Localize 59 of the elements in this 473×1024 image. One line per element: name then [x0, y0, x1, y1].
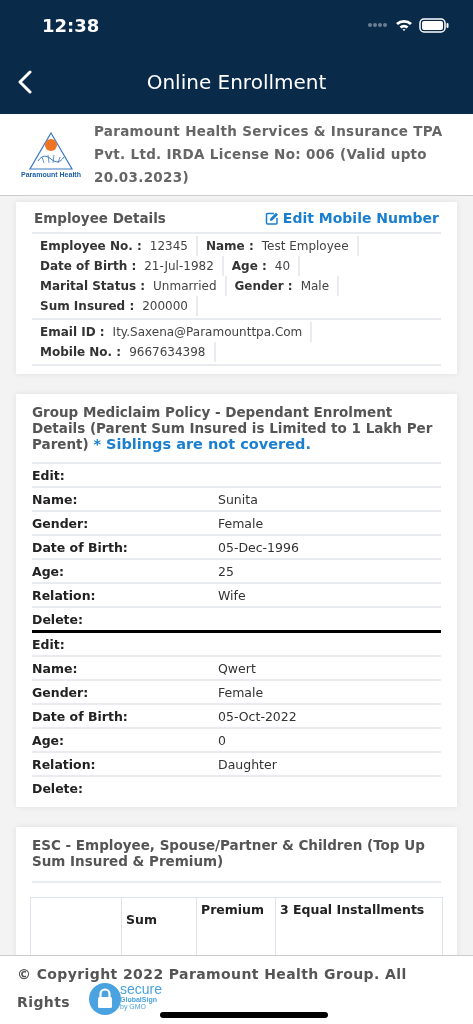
row-label: Delete:	[32, 611, 85, 627]
field-label: Mobile No. :	[40, 345, 122, 359]
field-value: Test Employee	[261, 239, 349, 253]
row-value: Wife	[218, 587, 246, 603]
field-value: Ity.Saxena@Paramounttpa.Com	[112, 325, 303, 339]
field-label: Marital Status :	[40, 279, 146, 293]
signal-icon	[367, 22, 389, 28]
status-time: 12:38	[42, 14, 100, 36]
row-label: Age:	[32, 732, 66, 748]
row-label: Delete:	[32, 780, 85, 796]
field-value: 40	[274, 259, 291, 273]
row-value: 05-Dec-1996	[218, 539, 299, 555]
back-icon[interactable]	[18, 70, 32, 94]
row-value: Sunita	[218, 491, 258, 507]
row-label: Edit:	[32, 636, 66, 652]
battery-icon	[419, 17, 449, 33]
row-label: Relation:	[32, 587, 97, 603]
section-title: Employee Details	[34, 210, 166, 226]
field-label: Employee No. :	[40, 239, 142, 253]
field-label: Sum Insured :	[40, 299, 135, 313]
row-value: Qwert	[218, 660, 256, 676]
page-title: Online Enrollment	[146, 70, 327, 94]
company-info: Paramount Health Services & Insurance TPA Pvt. Ltd. IRDA License No: 006 (Valid upto 20.03.2023)	[94, 122, 444, 187]
field-label: Date of Birth :	[40, 259, 137, 273]
row-value: 0	[218, 732, 226, 748]
field-label: Email ID :	[40, 325, 105, 339]
column-header: 3 Equal Installments	[280, 902, 425, 919]
column-header: Sum	[126, 912, 157, 927]
row-label: Age:	[32, 563, 66, 579]
field-label: Name :	[205, 239, 254, 253]
row-value: 05-Oct-2022	[218, 708, 297, 724]
section-title: Group Mediclaim Policy - Dependant Enrolment Details (Parent Sum Insured is Limited to 1 Lakh Per Parent) * Siblings are not covered.	[32, 404, 434, 452]
row-label: Date of Birth:	[32, 708, 129, 724]
edit-mobile-link[interactable]: Edit Mobile Number	[264, 210, 439, 226]
row-label: Relation:	[32, 756, 97, 772]
copyright-text: © Copyright 2022 Paramount Health Group. All	[17, 965, 407, 984]
edit-icon	[264, 211, 279, 225]
column-header: Premium	[201, 902, 265, 919]
row-label: Gender:	[32, 684, 90, 700]
row-label: Date of Birth:	[32, 539, 129, 555]
wifi-icon	[395, 18, 413, 32]
field-value: 9667634398	[129, 345, 206, 359]
copyright-text: Rights	[17, 993, 70, 1012]
row-label: Name:	[32, 660, 79, 676]
row-label: Gender:	[32, 515, 90, 531]
field-value: Unmarried	[153, 279, 217, 293]
field-label: Age :	[231, 259, 267, 273]
field-label: Gender :	[234, 279, 293, 293]
field-value: 200000	[142, 299, 188, 313]
row-value: Female	[218, 515, 264, 531]
row-value: Female	[218, 684, 264, 700]
row-label: Edit:	[32, 467, 66, 483]
field-value: 12345	[149, 239, 188, 253]
section-title: ESC - Employee, Spouse/Partner & Children (Top Up Sum Insured & Premium)	[32, 837, 441, 883]
field-value: 21-Jul-1982	[144, 259, 214, 273]
row-value: 25	[218, 563, 234, 579]
row-value: Daughter	[218, 756, 277, 772]
row-label: Name:	[32, 491, 79, 507]
field-value: Male	[300, 279, 330, 293]
